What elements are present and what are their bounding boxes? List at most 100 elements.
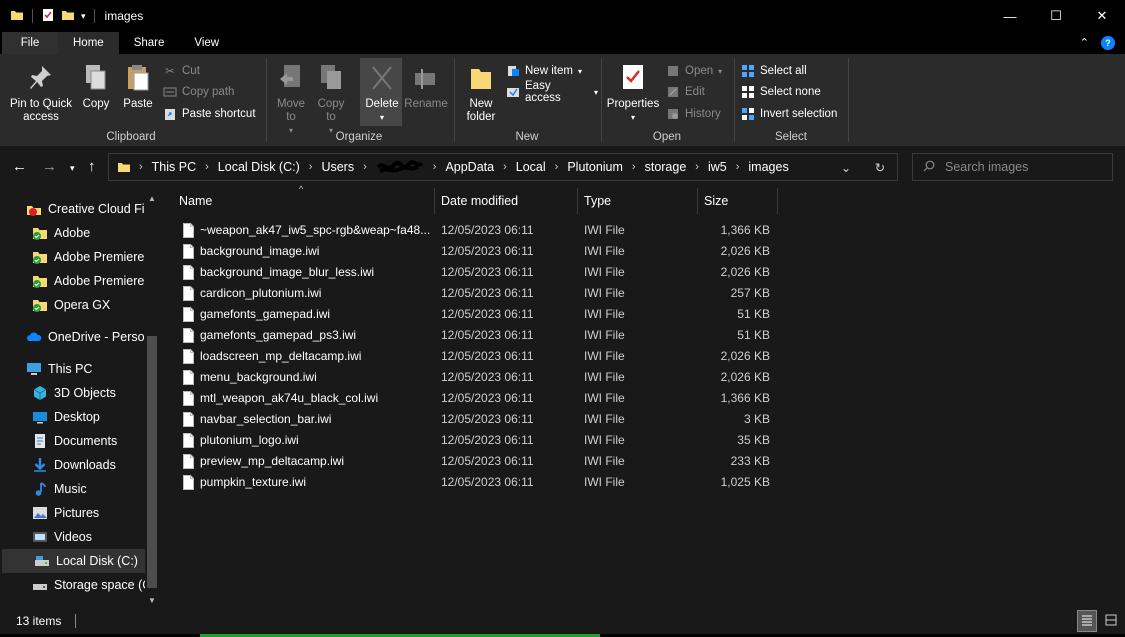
file-row[interactable]: gamefonts_gamepad_ps3.iwi 12/05/2023 06:1… bbox=[177, 325, 777, 346]
breadcrumb-plutonium[interactable]: Plutonium bbox=[567, 160, 623, 174]
search-placeholder: Search images bbox=[945, 160, 1029, 174]
sidebar-item-desktop[interactable]: Desktop bbox=[0, 405, 145, 429]
search-box[interactable]: Search images bbox=[912, 153, 1113, 181]
invert-selection-button[interactable]: Invert selection bbox=[741, 105, 837, 123]
breadcrumb-images[interactable]: images bbox=[748, 160, 788, 174]
sidebar-item-3d-objects[interactable]: 3D Objects bbox=[0, 381, 145, 405]
address-bar[interactable]: › This PC › Local Disk (C:) › Users › › … bbox=[108, 153, 898, 181]
copy-path-button[interactable]: Copy path bbox=[163, 83, 234, 101]
properties-quick-icon[interactable] bbox=[41, 8, 55, 25]
details-view-button[interactable] bbox=[1077, 610, 1097, 632]
file-row[interactable]: loadscreen_mp_deltacamp.iwi 12/05/2023 06… bbox=[177, 346, 777, 367]
new-item-button[interactable]: New item ▾ bbox=[506, 62, 582, 80]
paste-label: Paste bbox=[123, 98, 153, 110]
breadcrumb-local-disk[interactable]: Local Disk (C:) bbox=[218, 160, 300, 174]
back-arrow-icon[interactable]: ← bbox=[12, 158, 27, 175]
sidebar-item-onedrive-persor[interactable]: OneDrive - Persor bbox=[0, 325, 145, 349]
breadcrumb-this-pc[interactable]: This PC bbox=[152, 160, 196, 174]
tab-view[interactable]: View bbox=[179, 32, 234, 54]
pin-quick-access-button[interactable]: Pin to Quick access bbox=[6, 60, 76, 124]
sidebar-item-adobe-premiere[interactable]: Adobe Premiere bbox=[0, 269, 145, 293]
chevron-right-icon[interactable]: › bbox=[433, 161, 437, 173]
paste-button[interactable]: Paste bbox=[119, 60, 157, 111]
breadcrumb-redacted-user[interactable] bbox=[376, 159, 424, 175]
chevron-right-icon[interactable]: › bbox=[555, 161, 559, 173]
column-header-size[interactable]: Size bbox=[698, 188, 778, 214]
file-row[interactable]: cardicon_plutonium.iwi 12/05/2023 06:11 IW… bbox=[177, 283, 777, 304]
move-to-button[interactable]: Move to ▾ bbox=[272, 60, 310, 137]
up-arrow-icon[interactable]: ↑ bbox=[88, 158, 96, 175]
sidebar-item-documents[interactable]: Documents bbox=[0, 429, 145, 453]
properties-button[interactable]: Properties ▾ bbox=[605, 60, 661, 124]
chevron-right-icon[interactable]: › bbox=[503, 161, 507, 173]
rename-button[interactable]: Rename bbox=[404, 60, 448, 111]
file-row[interactable]: background_image_blur_less.iwi 12/05/2023… bbox=[177, 262, 777, 283]
file-row[interactable]: menu_background.iwi 12/05/2023 06:11 IWI F… bbox=[177, 367, 777, 388]
column-header-date[interactable]: Date modified bbox=[435, 188, 578, 214]
tab-file[interactable]: File bbox=[2, 32, 58, 54]
edit-button[interactable]: Edit bbox=[666, 83, 705, 101]
scroll-down-icon[interactable]: ▼ bbox=[146, 596, 158, 605]
tab-share[interactable]: Share bbox=[119, 32, 180, 54]
copy-button[interactable]: Copy bbox=[78, 60, 114, 111]
easy-access-button[interactable]: Easy access ▾ bbox=[506, 80, 598, 104]
history-button[interactable]: History bbox=[666, 105, 721, 123]
sidebar-item-pictures[interactable]: Pictures bbox=[0, 501, 145, 525]
address-history-dropdown-icon[interactable]: ⌄ bbox=[829, 160, 863, 175]
scroll-up-icon[interactable]: ▲ bbox=[146, 194, 158, 203]
chevron-right-icon[interactable]: › bbox=[695, 161, 699, 173]
sidebar-item-local-disk-c[interactable]: Local Disk (C:) bbox=[2, 549, 145, 573]
file-row[interactable]: navbar_selection_bar.iwi 12/05/2023 06:11… bbox=[177, 409, 777, 430]
breadcrumb-local[interactable]: Local bbox=[516, 160, 546, 174]
new-folder-quick-icon[interactable] bbox=[61, 8, 75, 25]
file-row[interactable]: background_image.iwi 12/05/2023 06:11 IWI … bbox=[177, 241, 777, 262]
close-button[interactable]: ✕ bbox=[1079, 0, 1125, 32]
sidebar-scrollbar[interactable]: ▲ ▼ bbox=[145, 188, 157, 608]
paste-shortcut-button[interactable]: Paste shortcut bbox=[163, 105, 256, 123]
sidebar-item-videos[interactable]: Videos bbox=[0, 525, 145, 549]
refresh-icon[interactable]: ↻ bbox=[863, 160, 897, 175]
breadcrumb-storage[interactable]: storage bbox=[645, 160, 687, 174]
delete-button[interactable]: Delete ▾ bbox=[362, 60, 402, 124]
maximize-button[interactable]: ☐ bbox=[1033, 0, 1079, 32]
scrollbar-thumb[interactable] bbox=[147, 336, 157, 588]
chevron-right-icon[interactable]: › bbox=[205, 161, 209, 173]
sidebar-item-opera-gx[interactable]: Opera GX bbox=[0, 293, 145, 317]
sidebar-item-this-pc[interactable]: This PC bbox=[0, 357, 145, 381]
file-row[interactable]: ~weapon_ak47_iw5_spc-rgb&weap~fa48... 12/… bbox=[177, 220, 777, 241]
sidebar-item-downloads[interactable]: Downloads bbox=[0, 453, 145, 477]
chevron-right-icon[interactable]: › bbox=[309, 161, 313, 173]
file-row[interactable]: gamefonts_gamepad.iwi 12/05/2023 06:11 IWI… bbox=[177, 304, 777, 325]
sidebar-item-storage-space-c[interactable]: Storage space (C bbox=[0, 573, 145, 597]
column-header-name[interactable]: Name bbox=[173, 188, 435, 214]
large-icons-view-button[interactable] bbox=[1101, 610, 1121, 632]
sidebar-item-adobe-premiere[interactable]: Adobe Premiere bbox=[0, 245, 145, 269]
select-none-button[interactable]: Select none bbox=[741, 83, 821, 101]
chevron-right-icon[interactable]: › bbox=[363, 161, 367, 173]
file-row[interactable]: plutonium_logo.iwi 12/05/2023 06:11 IWI Fi… bbox=[177, 430, 777, 451]
chevron-right-icon[interactable]: › bbox=[632, 161, 636, 173]
open-button[interactable]: Open ▾ bbox=[666, 62, 722, 80]
tab-home[interactable]: Home bbox=[58, 32, 119, 54]
sidebar-item-creative-cloud-fil[interactable]: Creative Cloud Fil bbox=[0, 197, 145, 221]
forward-arrow-icon[interactable]: → bbox=[42, 158, 57, 175]
cut-button[interactable]: ✂ Cut bbox=[163, 62, 200, 80]
sidebar-item-adobe[interactable]: Adobe bbox=[0, 221, 145, 245]
file-row[interactable]: preview_mp_deltacamp.iwi 12/05/2023 06:11… bbox=[177, 451, 777, 472]
recent-locations-icon[interactable]: ▾ bbox=[70, 163, 75, 174]
collapse-ribbon-icon[interactable]: ⌃ bbox=[1080, 36, 1089, 50]
file-row[interactable]: pumpkin_texture.iwi 12/05/2023 06:11 IWI F… bbox=[177, 472, 777, 493]
breadcrumb-iw5[interactable]: iw5 bbox=[708, 160, 727, 174]
breadcrumb-users[interactable]: Users bbox=[321, 160, 354, 174]
file-row[interactable]: mtl_weapon_ak74u_black_col.iwi 12/05/2023… bbox=[177, 388, 777, 409]
minimize-button[interactable]: — bbox=[987, 0, 1033, 32]
copy-to-button[interactable]: Copy to ▾ bbox=[312, 60, 350, 137]
sidebar-item-music[interactable]: Music bbox=[0, 477, 145, 501]
select-all-button[interactable]: Select all bbox=[741, 62, 807, 80]
new-folder-button[interactable]: New folder bbox=[460, 60, 502, 124]
chevron-right-icon[interactable]: › bbox=[736, 161, 740, 173]
breadcrumb-appdata[interactable]: AppData bbox=[445, 160, 494, 174]
column-header-type[interactable]: Type bbox=[578, 188, 698, 214]
customize-toolbar-icon[interactable]: ▾ bbox=[81, 11, 86, 22]
help-icon[interactable]: ? bbox=[1101, 36, 1115, 50]
